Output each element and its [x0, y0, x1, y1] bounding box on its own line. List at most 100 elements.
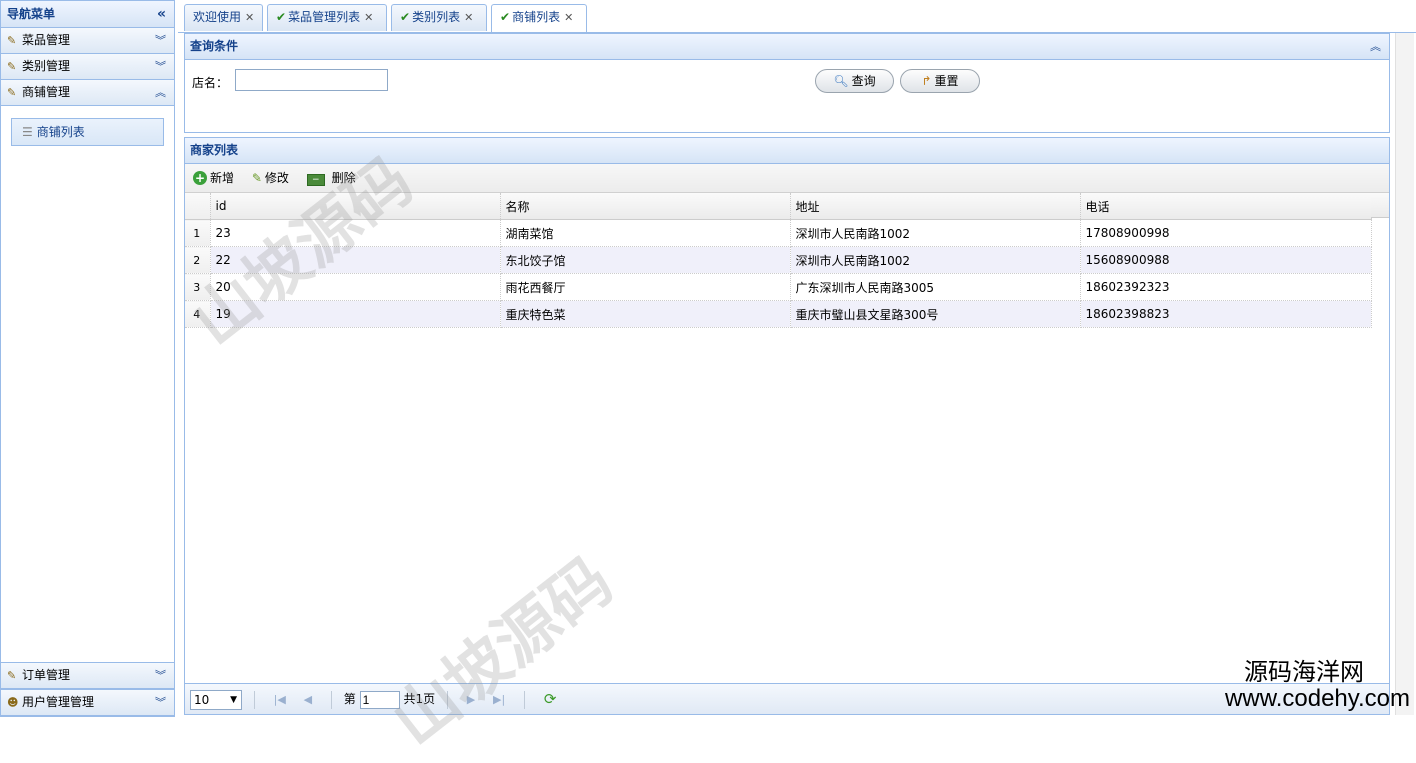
chevron-double-up-icon[interactable]: ︽ [155, 80, 166, 105]
column-header-id[interactable]: id [210, 193, 501, 220]
reset-button[interactable]: ↱ 重置 [900, 69, 980, 93]
cell-address: 深圳市人民南路1002 [790, 246, 1081, 274]
cell-id: 20 [210, 273, 501, 301]
table-row[interactable]: 3 20 雨花西餐厅 广东深圳市人民南路3005 18602392323 [185, 273, 1372, 301]
row-number: 2 [185, 246, 211, 274]
table-row[interactable]: 2 22 东北饺子馆 深圳市人民南路1002 15608900988 [185, 246, 1372, 274]
wand-icon: ✎ [7, 60, 17, 73]
add-button[interactable]: + 新增 [193, 164, 234, 192]
row-number: 4 [185, 300, 211, 328]
chevron-double-down-icon[interactable]: ︾ [155, 54, 166, 79]
cell-phone: 15608900988 [1080, 246, 1372, 274]
pager-divider [446, 690, 448, 709]
tab-shop-list[interactable]: ✔ 商铺列表 ✕ [491, 4, 587, 32]
nav-sidebar: 导航菜单 « ✎ 菜品管理 ︾ ✎ 类别管理 ︾ ✎ 商铺管理 ︽ ☰ 商铺列表 ✎ 订单… [0, 0, 175, 717]
tab-category-list[interactable]: ✔ 类别列表 ✕ [391, 4, 487, 31]
add-button-label: 新增 [210, 171, 235, 185]
tab-bar: 欢迎使用 ✕ ✔ 菜品管理列表 ✕ ✔ 类别列表 ✕ ✔ 商铺列表 ✕ [178, 0, 1416, 33]
sidebar-item-shop-list[interactable]: ☰ 商铺列表 [11, 118, 164, 146]
cell-address: 重庆市璧山县文星路300号 [790, 300, 1081, 328]
column-header-address[interactable]: 地址 [790, 193, 1081, 220]
first-page-icon[interactable]: |◀ [274, 684, 286, 715]
chevron-double-down-icon[interactable]: ︾ [155, 663, 166, 688]
sidebar-section-label: 商铺管理 [22, 85, 71, 99]
edit-button[interactable]: ✎ 修改 [252, 164, 289, 192]
edit-button-label: 修改 [264, 171, 289, 185]
cell-phone: 17808900998 [1080, 219, 1372, 247]
sidebar-section-categories[interactable]: ✎ 类别管理 ︾ [1, 54, 174, 80]
query-panel-title: 查询条件 [190, 39, 239, 53]
cell-id: 23 [210, 219, 501, 247]
table-row[interactable]: 4 19 重庆特色菜 重庆市璧山县文星路300号 18602398823 [185, 300, 1372, 328]
tab-label: 欢迎使用 [193, 10, 242, 24]
table-row[interactable]: 1 23 湖南菜馆 深圳市人民南路1002 17808900998 [185, 219, 1372, 247]
vertical-scrollbar[interactable] [1395, 33, 1414, 715]
sidebar-title: 导航菜单 [7, 7, 56, 21]
page-size-value: 10 [194, 692, 210, 707]
shop-name-input[interactable] [235, 69, 388, 91]
data-grid: id 名称 地址 电话 1 23 湖南菜馆 深圳市人民南路1002 178089… [185, 193, 1389, 328]
collapse-panel-icon[interactable]: ︽ [1370, 34, 1381, 59]
pagination-bar: 10 ▼ |◀ ◀ 第 共1页 ▶ ▶| ⟳ [185, 683, 1389, 714]
cell-phone: 18602392323 [1080, 273, 1372, 301]
delete-button-label: 删除 [331, 171, 356, 185]
page-number-input[interactable] [359, 690, 400, 709]
close-icon[interactable]: ✕ [564, 11, 573, 24]
wand-icon: ✎ [7, 34, 17, 47]
chevron-double-down-icon[interactable]: ︾ [155, 690, 166, 715]
cell-name: 湖南菜馆 [500, 219, 791, 247]
list-panel-header: 商家列表 [185, 138, 1389, 164]
column-header-phone[interactable]: 电话 [1080, 193, 1372, 220]
minus-icon: − [306, 174, 325, 186]
sidebar-header: 导航菜单 « [1, 1, 174, 28]
tab-dish-list[interactable]: ✔ 菜品管理列表 ✕ [267, 4, 387, 31]
tab-label: 菜品管理列表 [288, 10, 361, 24]
sidebar-section-orders[interactable]: ✎ 订单管理 ︾ [1, 662, 174, 689]
sidebar-section-label: 类别管理 [22, 59, 71, 73]
chevron-double-down-icon[interactable]: ︾ [155, 28, 166, 53]
sidebar-bottom-sections: ✎ 订单管理 ︾ ☻ 用户管理管理 ︾ [1, 662, 174, 716]
reset-button-label: 重置 [934, 74, 959, 88]
header-scroll-spacer [1371, 193, 1389, 218]
close-icon[interactable]: ✕ [245, 11, 254, 24]
close-icon[interactable]: ✕ [464, 11, 473, 24]
check-icon: ✔ [500, 10, 511, 24]
magnifier-icon: 🔍︎ [833, 74, 849, 88]
wand-icon: ✎ [7, 86, 17, 99]
cell-phone: 18602398823 [1080, 300, 1372, 328]
page-prefix-label: 第 [343, 692, 356, 706]
users-icon: ☻ [7, 696, 19, 709]
prev-page-icon[interactable]: ◀ [304, 684, 312, 715]
cell-address: 深圳市人民南路1002 [790, 219, 1081, 247]
query-panel: 查询条件 ︽ 店名： 🔍︎ 查询 ↱ 重置 [184, 33, 1390, 133]
database-icon: ☰ [22, 125, 33, 139]
refresh-icon[interactable]: ⟳ [544, 684, 557, 715]
tab-label: 商铺列表 [512, 10, 561, 24]
search-button[interactable]: 🔍︎ 查询 [815, 69, 894, 93]
next-page-icon[interactable]: ▶ [467, 684, 475, 715]
sidebar-section-users[interactable]: ☻ 用户管理管理 ︾ [1, 689, 174, 716]
shop-name-label: 店名： [192, 76, 229, 90]
wand-icon: ✎ [7, 669, 17, 682]
shop-list-panel: 商家列表 + 新增 ✎ 修改 − 删除 id 名称 地址 电话 1 23 湖南菜… [184, 137, 1390, 715]
last-page-icon[interactable]: ▶| [493, 684, 505, 715]
close-icon[interactable]: ✕ [364, 11, 373, 24]
cell-id: 22 [210, 246, 501, 274]
delete-button[interactable]: − 删除 [306, 164, 356, 192]
sidebar-section-shops[interactable]: ✎ 商铺管理 ︽ [1, 80, 174, 106]
sidebar-section-dishes[interactable]: ✎ 菜品管理 ︾ [1, 28, 174, 54]
pager-divider [330, 690, 332, 709]
shops-section-body: ☰ 商铺列表 [1, 106, 174, 156]
sidebar-item-label: 商铺列表 [36, 125, 85, 139]
cell-id: 19 [210, 300, 501, 328]
page-size-select[interactable]: 10 ▼ [190, 689, 242, 710]
cell-name: 雨花西餐厅 [500, 273, 791, 301]
grid-toolbar: + 新增 ✎ 修改 − 删除 [185, 164, 1389, 193]
tab-welcome[interactable]: 欢迎使用 ✕ [184, 4, 263, 31]
sidebar-section-label: 订单管理 [22, 668, 71, 682]
column-header-name[interactable]: 名称 [500, 193, 791, 220]
pencil-icon: ✎ [251, 171, 262, 185]
pager-divider [253, 690, 255, 709]
cell-name: 重庆特色菜 [500, 300, 791, 328]
collapse-sidebar-icon[interactable]: « [157, 1, 166, 27]
